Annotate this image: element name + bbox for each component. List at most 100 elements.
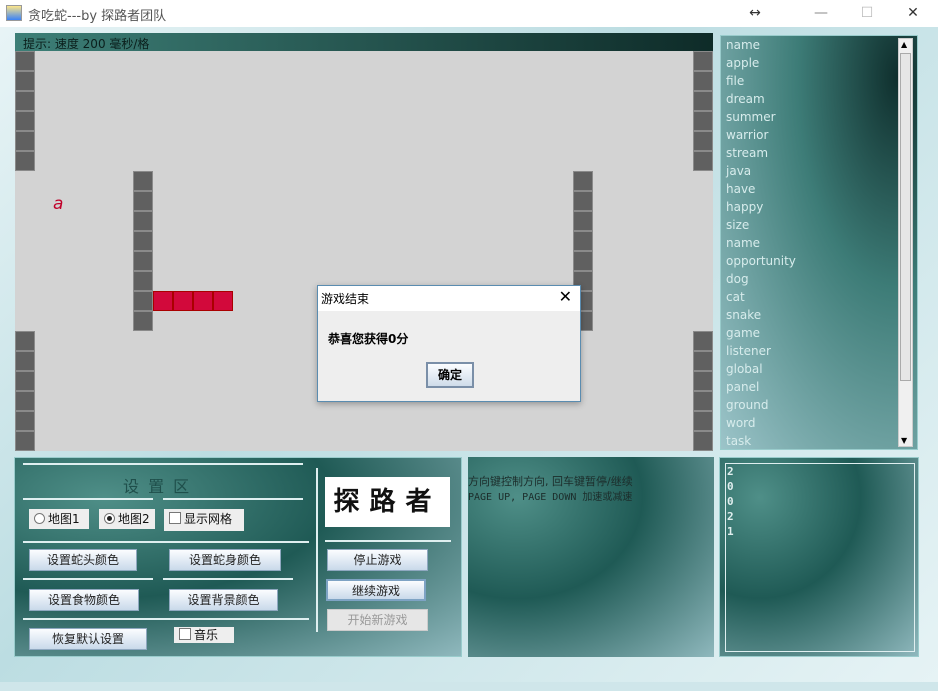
title-bar: 贪吃蛇---by 探路者团队 ↔ — ☐ ✕ [0, 0, 938, 27]
word-item[interactable]: dream [721, 90, 917, 108]
close-button[interactable]: ✕ [890, 0, 936, 27]
snake-segment [173, 291, 193, 311]
word-item[interactable]: apple [721, 54, 917, 72]
checkbox-icon [179, 628, 191, 640]
wall-block [15, 51, 35, 71]
word-item[interactable]: java [721, 162, 917, 180]
wall-block [15, 391, 35, 411]
snake-segment [193, 291, 213, 311]
score-digit: 2 [727, 510, 734, 523]
word-item[interactable]: name [721, 36, 917, 54]
word-item[interactable]: dog [721, 270, 917, 288]
map2-radio[interactable]: 地图2 [99, 509, 155, 529]
word-item[interactable]: panel [721, 378, 917, 396]
word-item[interactable]: happy [721, 198, 917, 216]
wall-block [15, 91, 35, 111]
minimize-button[interactable]: — [798, 0, 844, 27]
map1-radio[interactable]: 地图1 [29, 509, 89, 529]
food-color-button[interactable]: 设置食物颜色 [29, 589, 139, 611]
maximize-button[interactable]: ☐ [844, 0, 890, 27]
wall-block [133, 171, 153, 191]
word-item[interactable]: have [721, 180, 917, 198]
wall-block [573, 231, 593, 251]
word-list-items: name apple file dream summer warrior stream jav… [721, 36, 917, 450]
score-display: 2 0 0 2 1 [725, 463, 915, 652]
word-item[interactable]: stream [721, 144, 917, 162]
wall-block [693, 331, 713, 351]
wall-block [15, 151, 35, 171]
wall-block [693, 111, 713, 131]
continue-game-button[interactable]: 继续游戏 [326, 579, 426, 601]
dialog-message: 恭喜您获得0分 [328, 332, 409, 346]
stop-game-button[interactable]: 停止游戏 [327, 549, 428, 571]
score-digit: 0 [727, 495, 734, 508]
word-item[interactable]: game [721, 324, 917, 342]
word-item[interactable]: snake [721, 306, 917, 324]
background-color-button[interactable]: 设置背景颜色 [169, 589, 278, 611]
score-panel: 2 0 0 2 1 [719, 457, 919, 657]
word-item[interactable]: word [721, 414, 917, 432]
word-item[interactable]: warrior [721, 126, 917, 144]
score-digit: 0 [727, 480, 734, 493]
scroll-up-icon[interactable]: ▲ [901, 40, 907, 49]
help-panel: 方向键控制方向, 回车键暂停/继续 PAGE UP, PAGE DOWN 加速或… [468, 457, 714, 657]
word-item[interactable]: summer [721, 108, 917, 126]
wall-block [693, 91, 713, 111]
wall-block [693, 71, 713, 91]
show-grid-checkbox[interactable]: 显示网格 [164, 509, 244, 531]
checkbox-icon [169, 512, 181, 524]
wall-block [693, 351, 713, 371]
word-item[interactable]: listener [721, 342, 917, 360]
snake-head-color-button[interactable]: 设置蛇头颜色 [29, 549, 137, 571]
new-game-button[interactable]: 开始新游戏 [327, 609, 428, 631]
word-item[interactable]: global [721, 360, 917, 378]
wall-block [693, 431, 713, 451]
wall-block [133, 291, 153, 311]
game-over-dialog: 游戏结束 ✕ 恭喜您获得0分 确定 [317, 285, 581, 402]
radio-selected-icon [104, 513, 115, 524]
snake-body-color-button[interactable]: 设置蛇身颜色 [169, 549, 281, 571]
wall-block [15, 131, 35, 151]
help-line-1: 方向键控制方向, 回车键暂停/继续 [468, 475, 633, 488]
window-title: 贪吃蛇---by 探路者团队 [28, 9, 167, 24]
wall-block [693, 371, 713, 391]
word-item[interactable]: ground [721, 396, 917, 414]
wall-block [573, 191, 593, 211]
word-item[interactable]: size [721, 216, 917, 234]
dialog-title-bar: 游戏结束 [318, 286, 580, 311]
wall-block [15, 431, 35, 451]
wall-block [133, 211, 153, 231]
food: a [53, 194, 64, 214]
scrollbar-thumb[interactable] [900, 53, 911, 381]
word-item[interactable]: name [721, 234, 917, 252]
wall-block [133, 311, 153, 331]
scrollbar[interactable]: ▲ ▼ [898, 38, 913, 447]
word-item[interactable]: file [721, 72, 917, 90]
word-item[interactable]: task [721, 432, 917, 450]
restore-default-button[interactable]: 恢复默认设置 [29, 628, 147, 650]
speed-hint: 提示: 速度 200 毫秒/格 [15, 33, 713, 51]
wall-block [693, 411, 713, 431]
team-logo: 探路者 [325, 477, 450, 527]
wall-block [573, 211, 593, 231]
settings-title: 设 置 区 [123, 477, 192, 496]
dialog-title: 游戏结束 [321, 292, 370, 306]
wall-block [133, 271, 153, 291]
wall-block [693, 51, 713, 71]
wall-block [133, 191, 153, 211]
wall-block [15, 111, 35, 131]
wall-block [693, 151, 713, 171]
word-list[interactable]: name apple file dream summer warrior stream jav… [720, 35, 918, 450]
word-item[interactable]: cat [721, 288, 917, 306]
wall-block [15, 371, 35, 391]
map1-label: 地图1 [48, 512, 80, 526]
wall-block [133, 251, 153, 271]
wall-block [573, 171, 593, 191]
music-checkbox[interactable]: 音乐 [174, 627, 234, 643]
score-digit: 1 [727, 525, 734, 538]
ok-button[interactable]: 确定 [426, 362, 474, 388]
word-item[interactable]: opportunity [721, 252, 917, 270]
score-digit: 2 [727, 465, 734, 478]
dialog-close-icon[interactable]: ✕ [559, 287, 572, 306]
scroll-down-icon[interactable]: ▼ [901, 436, 907, 445]
